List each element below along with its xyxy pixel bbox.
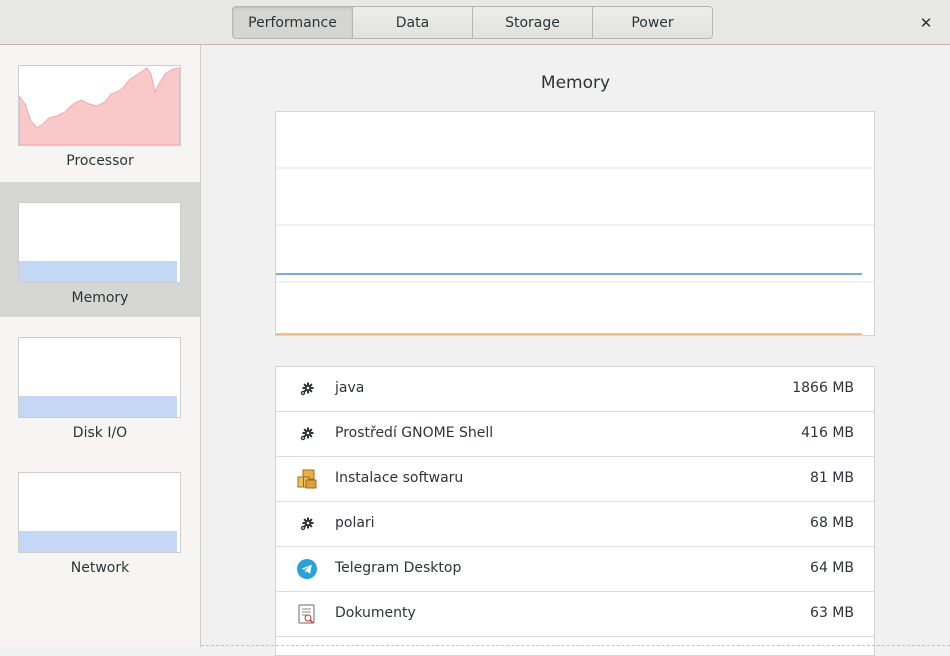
process-list: java 1866 MB Prostředí GNOME Shell 416 M… (275, 366, 875, 656)
process-name: polari (335, 515, 375, 531)
tab-power[interactable]: Power (592, 6, 713, 39)
sidebar-item-network[interactable]: Network (0, 452, 200, 587)
sidebar: Processor Memory Disk I/O Network (0, 45, 201, 647)
sidebar-item-processor[interactable]: Processor (0, 45, 200, 180)
process-memory: 68 MB (810, 515, 854, 531)
main-panel: Memory java 1866 MB Prostředí GNOME Shel… (201, 45, 950, 656)
process-memory: 63 MB (810, 605, 854, 621)
list-item[interactable]: Telegram Desktop 64 MB (276, 547, 874, 592)
process-memory: 1866 MB (792, 380, 854, 396)
process-memory: 81 MB (810, 470, 854, 486)
header-bar: Performance Data Storage Power ✕ (0, 0, 950, 45)
tab-performance[interactable]: Performance (232, 6, 353, 39)
process-name: Dokumenty (335, 605, 416, 621)
disk-io-graph (19, 396, 177, 417)
memory-chart (275, 111, 875, 336)
memory-graph (19, 261, 177, 282)
page-title: Memory (540, 73, 611, 93)
tab-storage[interactable]: Storage (472, 6, 593, 39)
network-graph (19, 531, 177, 552)
list-item[interactable]: java 1866 MB (276, 367, 874, 412)
list-item[interactable]: Prostředí GNOME Shell 416 MB (276, 412, 874, 457)
process-name: Prostředí GNOME Shell (335, 425, 494, 441)
sidebar-item-label: Disk I/O (72, 425, 128, 441)
network-graph-fill (19, 531, 177, 552)
document-viewer-icon (296, 603, 318, 625)
list-item[interactable]: Dokumenty 63 MB (276, 592, 874, 637)
package-icon (296, 468, 318, 490)
processor-graph-area (19, 67, 180, 145)
network-graph-thumbnail (18, 472, 181, 553)
process-memory: 64 MB (810, 560, 854, 576)
memory-graph-fill (19, 261, 177, 282)
processor-graph-thumbnail (18, 65, 181, 146)
tab-data[interactable]: Data (352, 6, 473, 39)
memory-chart-svg (276, 167, 874, 335)
gear-icon (296, 513, 318, 535)
list-item[interactable]: polari 68 MB (276, 502, 874, 547)
sidebar-item-disk-io[interactable]: Disk I/O (0, 317, 200, 452)
process-name: java (335, 380, 365, 396)
view-switcher: Performance Data Storage Power (232, 6, 713, 39)
close-icon: ✕ (919, 14, 933, 32)
list-item[interactable]: Instalace softwaru 81 MB (276, 457, 874, 502)
process-name: Telegram Desktop (335, 560, 462, 576)
disk-io-graph-fill (19, 396, 177, 417)
gear-icon (296, 378, 318, 400)
sidebar-item-label: Processor (66, 153, 134, 169)
sidebar-item-label: Network (70, 560, 130, 576)
close-button[interactable]: ✕ (914, 12, 938, 34)
telegram-icon (296, 558, 318, 580)
disk-io-graph-thumbnail (18, 337, 181, 418)
process-memory: 416 MB (801, 425, 854, 441)
process-name: Instalace softwaru (335, 470, 464, 486)
processor-graph (19, 67, 180, 145)
gear-icon (296, 423, 318, 445)
memory-graph-thumbnail (18, 202, 181, 283)
sidebar-item-label: Memory (71, 290, 129, 306)
sidebar-item-memory[interactable]: Memory (0, 182, 200, 317)
bottom-edge-divider (201, 645, 950, 646)
